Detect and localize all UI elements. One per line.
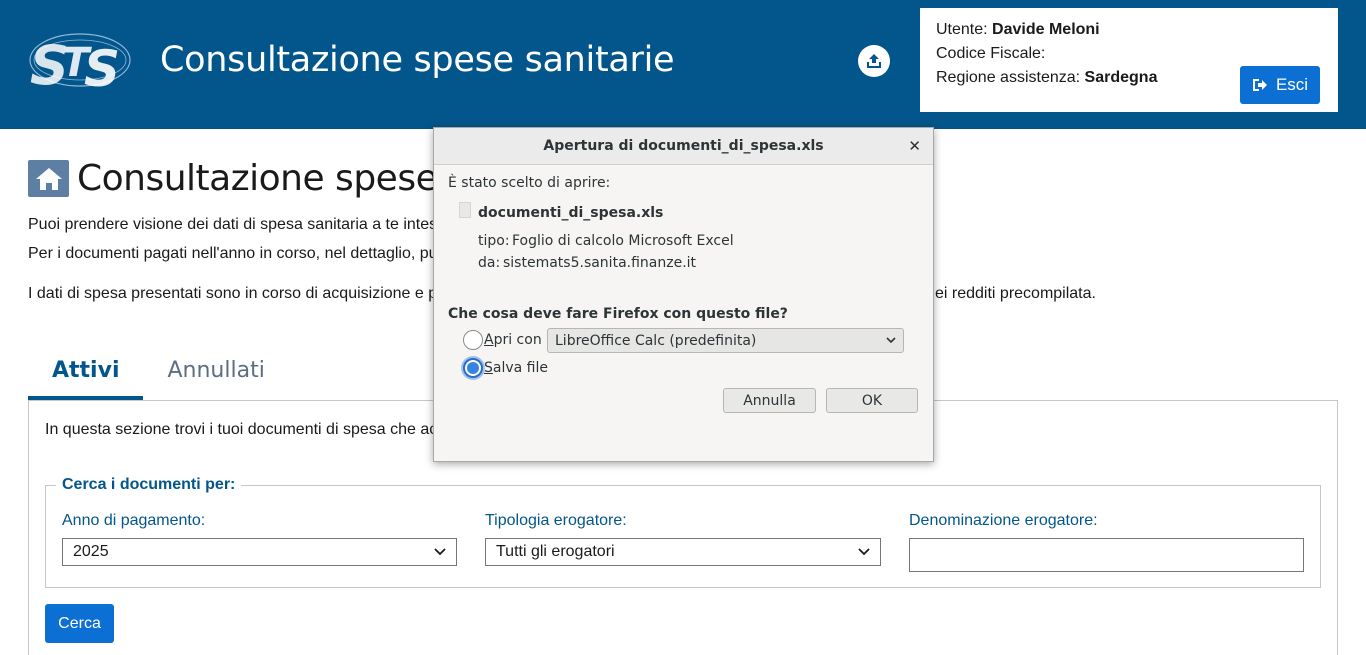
intro-text-3-end: ei redditi precompilata.	[935, 285, 1096, 302]
provider-type-label: Tipologia erogatore:	[485, 512, 627, 529]
year-select[interactable]: 2025	[62, 538, 457, 566]
dialog-title: Apertura di documenti_di_spesa.xls	[543, 138, 824, 154]
file-name: documenti_di_spesa.xls	[478, 205, 664, 221]
svg-text:S: S	[84, 40, 120, 96]
provider-name-input[interactable]	[909, 538, 1304, 572]
year-label: Anno di pagamento:	[62, 512, 206, 529]
intro-text-1: Puoi prendere visione dei dati di spesa …	[28, 216, 438, 233]
file-icon	[459, 202, 471, 218]
app-title: Consultazione spese sanitarie	[160, 40, 675, 80]
search-button[interactable]: Cerca	[45, 604, 114, 643]
radio-dot	[467, 362, 479, 374]
search-legend: Cerca i documenti per:	[56, 476, 242, 494]
tab-attivi[interactable]: Attivi	[28, 344, 144, 400]
provider-name-label: Denominazione erogatore:	[909, 512, 1098, 529]
intro-text-2: Per i documenti pagati nell'anno in cors…	[28, 245, 438, 262]
chevron-down-icon	[886, 337, 896, 344]
dialog-question: Che cosa deve fare Firefox con questo fi…	[448, 306, 788, 322]
provider-type-select[interactable]: Tutti gli erogatori	[485, 538, 881, 566]
save-file-label[interactable]: Salva file	[484, 360, 548, 376]
home-icon	[28, 160, 69, 197]
ok-button[interactable]: OK	[826, 388, 918, 413]
share-button[interactable]	[858, 45, 890, 77]
file-type-value: Foglio di calcolo Microsoft Excel	[512, 233, 734, 249]
cancel-button[interactable]: Annulla	[723, 388, 816, 413]
upload-icon	[867, 54, 881, 68]
save-file-radio[interactable]	[463, 358, 483, 378]
open-with-app-select[interactable]: LibreOffice Calc (predefinita)	[547, 328, 904, 353]
panel-description: In questa sezione trovi i tuoi documenti…	[45, 421, 438, 438]
page-title: Consultazione spese sa	[77, 158, 488, 199]
region-value: Sardegna	[1084, 69, 1158, 86]
download-dialog: Apertura di documenti_di_spesa.xls ✕ È s…	[433, 127, 934, 462]
site-header: S T S Consultazione spese sanitarie Uten…	[0, 0, 1366, 129]
open-with-radio[interactable]	[463, 330, 483, 350]
close-icon[interactable]: ✕	[908, 137, 921, 155]
tab-bar: Attivi Annullati	[28, 344, 289, 400]
tab-annullati[interactable]: Annullati	[143, 344, 288, 400]
chosen-label: È stato scelto di aprire:	[448, 175, 611, 191]
chevron-down-icon	[434, 548, 446, 556]
chevron-down-icon	[858, 548, 870, 556]
user-name: Davide Meloni	[992, 21, 1100, 38]
file-source-label: da:	[478, 255, 501, 271]
open-with-label[interactable]: Apri con	[484, 332, 542, 348]
intro-text-3: I dati di spesa presentati sono in corso…	[28, 285, 438, 302]
logout-button[interactable]: Esci	[1240, 66, 1320, 104]
file-source-value: sistemats5.sanita.finanze.it	[503, 255, 697, 271]
user-name-row: Utente: Davide Meloni	[936, 21, 1100, 38]
dialog-titlebar[interactable]: Apertura di documenti_di_spesa.xls ✕	[434, 128, 933, 165]
search-fieldset: Cerca i documenti per: Anno di pagamento…	[45, 476, 1321, 588]
page-heading: Consultazione spese sa	[28, 158, 488, 199]
file-type-label: tipo:	[478, 233, 510, 249]
fiscal-code-row: Codice Fiscale:	[936, 45, 1046, 62]
user-info-box: Utente: Davide Meloni Codice Fiscale: Re…	[920, 8, 1338, 112]
sign-out-icon	[1252, 79, 1267, 91]
sts-logo[interactable]: S T S	[28, 24, 132, 98]
